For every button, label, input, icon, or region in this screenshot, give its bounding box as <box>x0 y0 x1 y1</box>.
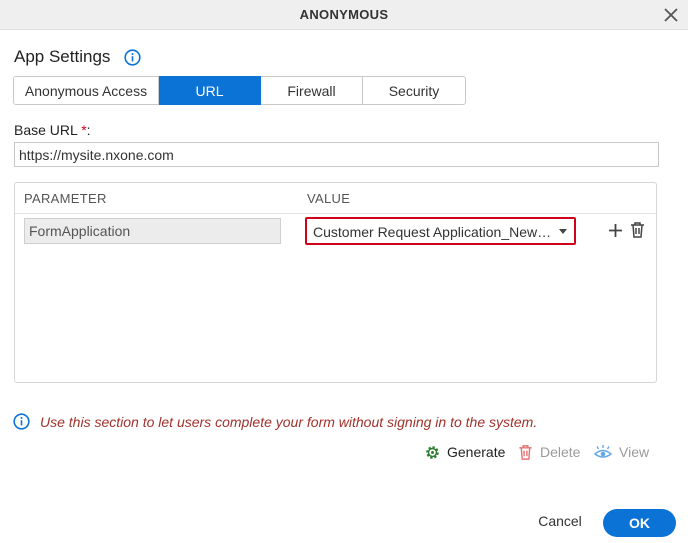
info-icon[interactable] <box>124 49 141 66</box>
tab-anonymous-access[interactable]: Anonymous Access <box>13 76 159 105</box>
ok-button[interactable]: OK <box>603 509 676 537</box>
trash-icon <box>519 444 532 460</box>
info-icon <box>13 413 30 430</box>
parameter-table: PARAMETER VALUE Customer Request Applica… <box>14 182 657 383</box>
dialog-title: ANONYMOUS <box>299 7 389 22</box>
tab-firewall[interactable]: Firewall <box>261 76 363 105</box>
chevron-down-icon <box>559 229 567 234</box>
close-icon[interactable] <box>662 6 680 24</box>
label-colon: : <box>86 122 91 138</box>
parameter-input[interactable] <box>24 218 281 244</box>
settings-tabs: Anonymous Access URL Firewall Security <box>13 76 466 105</box>
table-header: PARAMETER VALUE <box>15 183 656 214</box>
cancel-button[interactable]: Cancel <box>528 513 592 533</box>
value-dropdown-text: Customer Request Application_New Form <box>313 224 553 240</box>
tab-url[interactable]: URL <box>159 76 261 105</box>
base-url-input[interactable] <box>14 142 659 167</box>
value-dropdown[interactable]: Customer Request Application_New Form <box>305 217 576 245</box>
column-header-parameter: PARAMETER <box>24 191 107 206</box>
page-title: App Settings <box>14 47 111 66</box>
delete-button[interactable]: Delete <box>517 443 580 461</box>
eye-icon <box>593 444 613 458</box>
info-note: Use this section to let users complete y… <box>40 414 538 430</box>
tab-security[interactable]: Security <box>363 76 466 105</box>
generate-button[interactable]: Generate <box>424 443 505 461</box>
dialog-titlebar: ANONYMOUS <box>0 0 688 30</box>
trash-icon[interactable] <box>629 221 646 239</box>
base-url-label: Base URL *: <box>14 122 91 138</box>
view-button[interactable]: View <box>593 443 649 461</box>
gear-icon <box>426 445 439 459</box>
plus-icon[interactable] <box>607 222 624 239</box>
generate-label: Generate <box>447 444 506 460</box>
delete-label: Delete <box>540 444 581 460</box>
column-header-value: VALUE <box>307 191 351 206</box>
base-url-label-text: Base URL <box>14 122 78 138</box>
view-label: View <box>619 444 650 460</box>
